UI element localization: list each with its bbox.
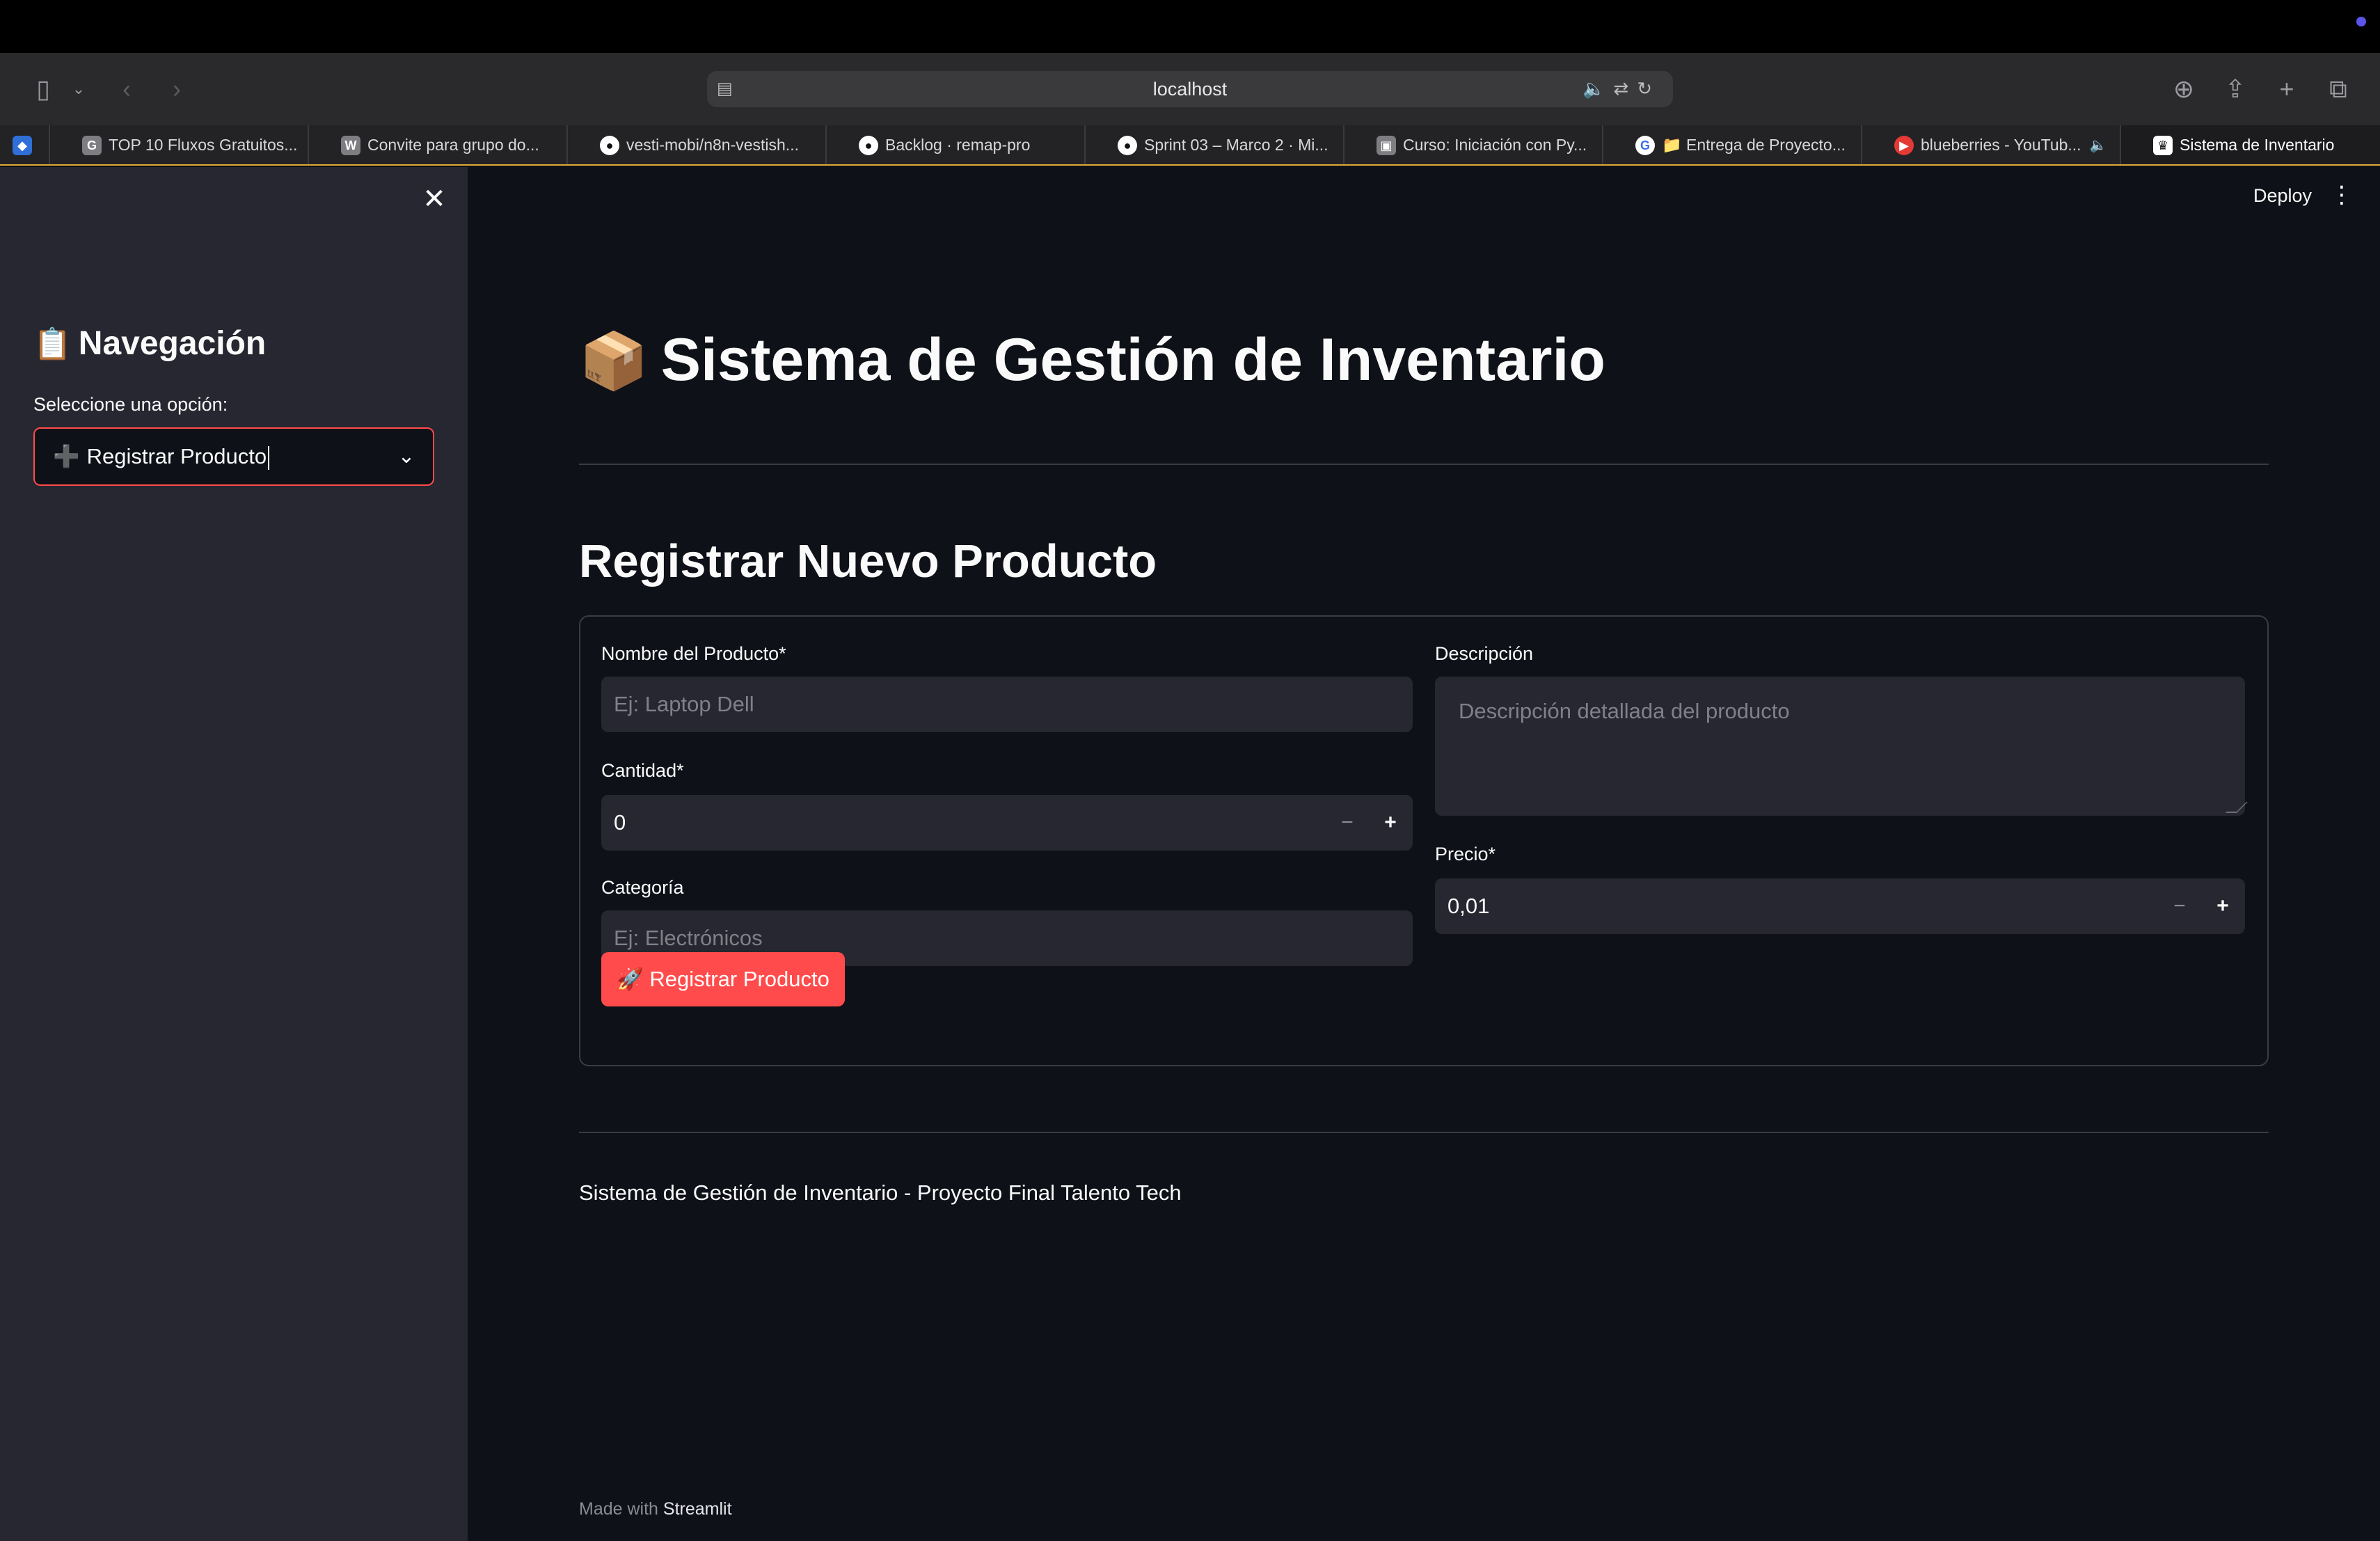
tab-bar: ◆ G TOP 10 Fluxos Gratuitos... W Convite… — [0, 125, 2380, 166]
divider — [579, 1132, 2269, 1133]
resize-handle-icon[interactable] — [2226, 802, 2248, 813]
main-menu-icon[interactable]: ⋮ — [2330, 182, 2354, 207]
tab-blueberries[interactable]: ▶ blueberries - YouTub... 🔈 — [1862, 125, 2121, 164]
tab-title: Curso: Iniciación con Py... — [1403, 135, 1587, 154]
os-menubar — [0, 0, 2380, 53]
sidebar-title: 📋 Navegación — [33, 324, 266, 363]
url-text: localhost — [1152, 79, 1228, 100]
speaker-icon[interactable]: 🔈 — [1582, 78, 1613, 99]
status-dot-icon — [2356, 17, 2366, 26]
audio-playing-icon[interactable]: 🔈 — [2090, 136, 2107, 154]
clipboard-icon: 📋 — [33, 327, 72, 361]
reload-icon[interactable]: ↻ — [1637, 78, 1660, 99]
tab-top10[interactable]: G TOP 10 Fluxos Gratuitos... — [50, 125, 309, 164]
sidebar-toggle-icon[interactable]: ▯ — [26, 74, 60, 104]
divider — [579, 464, 2269, 465]
select-label: Seleccione una opción: — [33, 394, 228, 415]
tab-title: Backlog · remap-pro — [885, 135, 1031, 154]
plus-icon: ➕ — [53, 444, 80, 468]
quantity-value: 0 — [614, 810, 626, 835]
price-value: 0,01 — [1447, 894, 1490, 918]
course-favicon-icon: ▣ — [1377, 136, 1396, 155]
deploy-button[interactable]: Deploy — [2253, 185, 2312, 207]
tab-title: Convite para grupo do... — [367, 135, 539, 154]
tab-title: 📁 Entrega de Proyecto... — [1662, 135, 1846, 154]
share-icon[interactable]: ⇪ — [2220, 74, 2251, 104]
increment-button[interactable]: + — [2207, 891, 2238, 922]
address-bar[interactable]: ▤ localhost 🔈⇄↻ — [707, 71, 1673, 107]
tab-title: blueberries - YouTub... — [1921, 135, 2081, 154]
register-product-form: Nombre del Producto* Ej: Laptop Dell Can… — [579, 615, 2269, 1066]
sidebar: ✕ 📋 Navegación Seleccione una opción: ➕ Re… — [0, 167, 468, 1541]
tab-sprint[interactable]: ● Sprint 03 – Marco 2 · Mi... — [1086, 125, 1344, 164]
quantity-label: Cantidad* — [601, 760, 684, 781]
navigation-select[interactable]: ➕ Registrar Producto ⌄ — [33, 427, 434, 486]
back-icon[interactable]: ‹ — [114, 74, 139, 104]
name-label: Nombre del Producto* — [601, 643, 786, 664]
tab-entrega[interactable]: G 📁 Entrega de Proyecto... — [1603, 125, 1862, 164]
tab-title: TOP 10 Fluxos Gratuitos... — [109, 135, 298, 154]
chevron-down-icon[interactable]: ⌄ — [395, 445, 418, 468]
close-sidebar-icon[interactable]: ✕ — [420, 185, 448, 213]
page-title: 📦 Sistema de Gestión de Inventario — [579, 326, 1605, 395]
new-tab-icon[interactable]: + — [2271, 74, 2302, 104]
streamlit-link[interactable]: Streamlit — [663, 1499, 732, 1519]
browser-toolbar: ▯ ⌄ ‹ › ▤ localhost 🔈⇄↻ ⊕ ⇪ + ⧉ — [0, 53, 2380, 125]
chevron-down-icon[interactable]: ⌄ — [68, 74, 89, 104]
tab-convite[interactable]: W Convite para grupo do... — [309, 125, 568, 164]
tab-vesti[interactable]: ● vesti-mobi/n8n-vestish... — [568, 125, 827, 164]
product-name-placeholder: Ej: Laptop Dell — [614, 692, 754, 716]
text-cursor — [268, 445, 270, 470]
sidebar-title-text: Navegación — [78, 325, 267, 362]
main-content: Deploy ⋮ 📦 Sistema de Gestión de Inventar… — [468, 167, 2380, 1541]
google-icon: G — [1635, 136, 1655, 155]
decrement-button[interactable]: − — [2164, 891, 2195, 922]
github-icon: ● — [859, 136, 878, 155]
address-actions: 🔈⇄↻ — [1582, 78, 1660, 100]
youtube-icon: ▶ — [1894, 136, 1914, 155]
increment-button[interactable]: + — [1375, 807, 1406, 838]
tab-overview-icon[interactable]: ⧉ — [2323, 74, 2354, 104]
description-label: Descripción — [1435, 643, 1534, 664]
tab-pinned-app[interactable]: ◆ — [0, 125, 50, 164]
made-with-streamlit: Made with Streamlit — [579, 1499, 732, 1519]
price-stepper[interactable]: 0,01 − + — [1435, 878, 2245, 934]
forward-icon[interactable]: › — [164, 74, 189, 104]
tab-title: Sprint 03 – Marco 2 · Mi... — [1144, 135, 1328, 154]
tab-curso[interactable]: ▣ Curso: Iniciación con Py... — [1344, 125, 1603, 164]
package-icon: 📦 — [579, 330, 649, 392]
description-textarea[interactable]: Descripción detallada del producto — [1435, 677, 2248, 816]
w-favicon-icon: W — [341, 136, 360, 155]
made-with-prefix: Made with — [579, 1499, 658, 1519]
register-product-button[interactable]: 🚀 Registrar Producto — [601, 952, 845, 1006]
page-title-text: Sistema de Gestión de Inventario — [660, 326, 1605, 393]
price-label: Precio* — [1435, 844, 1496, 864]
github-icon: ● — [600, 136, 619, 155]
g-favicon-icon: G — [82, 136, 102, 155]
tab-sistema-inventario[interactable]: ♛ Sistema de Inventario — [2121, 125, 2380, 164]
tab-title: Sistema de Inventario — [2180, 135, 2335, 154]
quantity-stepper[interactable]: 0 − + — [601, 795, 1413, 851]
description-placeholder: Descripción detallada del producto — [1459, 699, 1790, 723]
translate-icon[interactable]: ⇄ — [1613, 78, 1637, 99]
footer-text: Sistema de Gestión de Inventario - Proye… — [579, 1180, 1182, 1205]
tab-backlog[interactable]: ● Backlog · remap-pro — [827, 125, 1086, 164]
decrement-button[interactable]: − — [1332, 807, 1363, 838]
section-title: Registrar Nuevo Producto — [579, 535, 1157, 587]
category-label: Categoría — [601, 877, 684, 898]
app-favicon-icon: ◆ — [13, 136, 32, 155]
select-value: ➕ Registrar Producto — [53, 429, 270, 484]
select-value-text: Registrar Producto — [86, 444, 267, 468]
downloads-icon[interactable]: ⊕ — [2168, 74, 2199, 104]
github-icon: ● — [1118, 136, 1137, 155]
product-name-input[interactable]: Ej: Laptop Dell — [601, 677, 1413, 732]
tab-title: vesti-mobi/n8n-vestish... — [626, 135, 799, 154]
streamlit-icon: ♛ — [2153, 136, 2173, 155]
